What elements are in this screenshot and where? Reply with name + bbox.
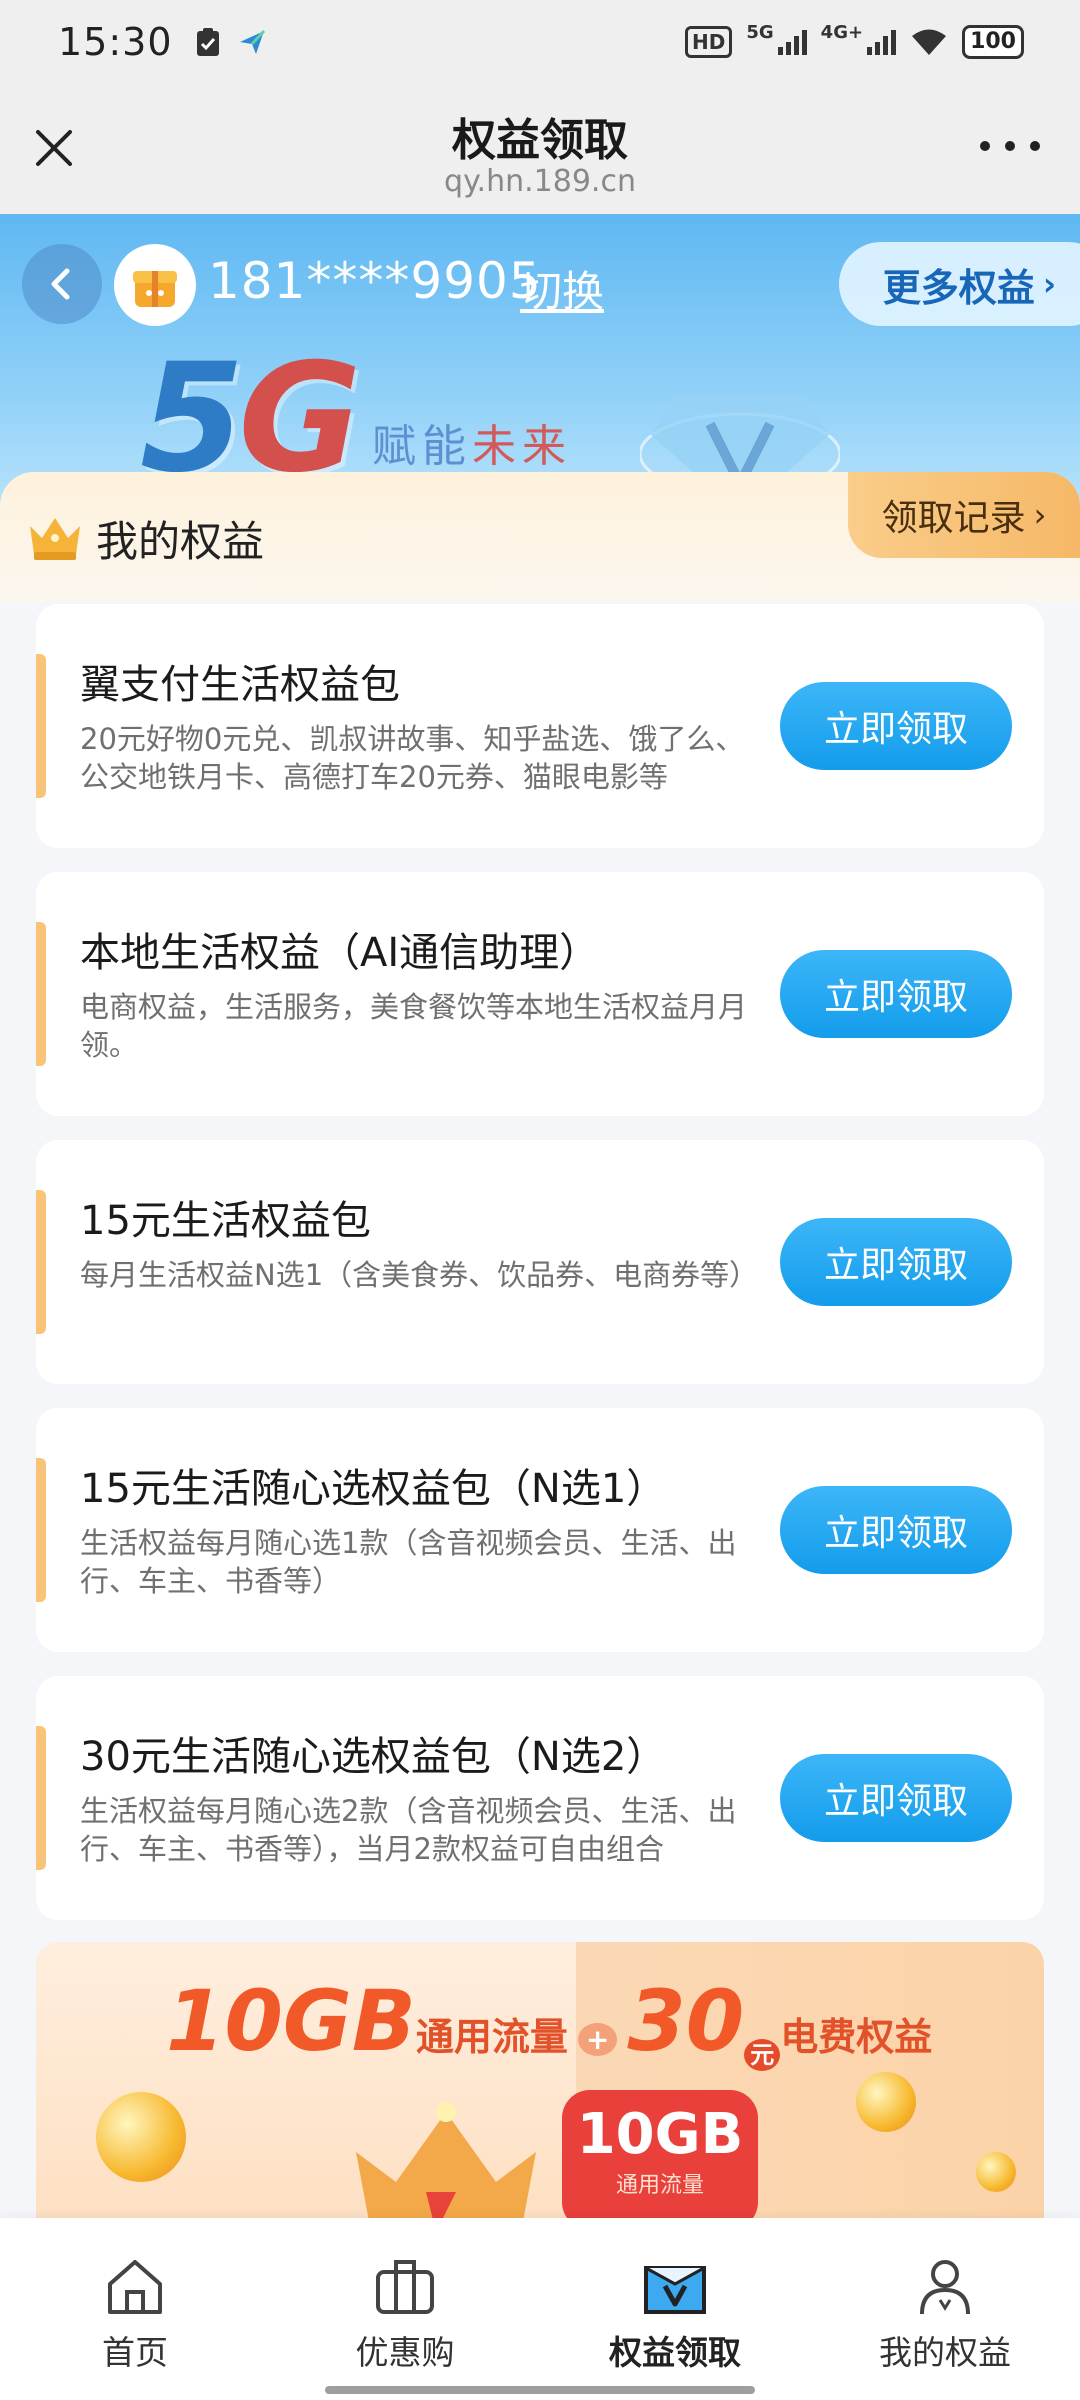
card-accent-bar bbox=[36, 1190, 46, 1334]
nav-rights-claim-label: 权益领取 bbox=[609, 2333, 741, 2372]
my-rights-header: 我的权益 领取记录 › bbox=[0, 472, 1080, 602]
home-indicator[interactable] bbox=[325, 2386, 755, 2394]
chevron-right-icon: › bbox=[1042, 265, 1056, 303]
nav-discount-shop[interactable]: 优惠购 bbox=[270, 2218, 540, 2400]
promo-banner[interactable]: 10GB通用流量 +30 元电费权益 10GB 通用流量 bbox=[36, 1942, 1044, 2222]
lightning-ball-icon bbox=[856, 2072, 916, 2132]
bottom-navigation: 首页 优惠购 权益领取 我的权益 bbox=[0, 2218, 1080, 2400]
promo-badge-label: 通用流量 bbox=[615, 2173, 704, 2198]
shopping-bag-icon bbox=[376, 2260, 434, 2314]
card-accent-bar bbox=[36, 1458, 46, 1602]
nav-my-rights[interactable]: 我的权益 bbox=[810, 2218, 1080, 2400]
back-button[interactable] bbox=[22, 244, 102, 324]
more-options-icon[interactable] bbox=[980, 134, 1040, 158]
hero-banner: 5G 赋能未来 181****9905 切换 更多权益 › bbox=[0, 214, 1080, 504]
status-notification-icons bbox=[195, 27, 267, 57]
claim-now-button[interactable]: 立即领取 bbox=[780, 1486, 1012, 1574]
switch-account-link[interactable]: 切换 bbox=[520, 258, 604, 319]
status-time: 15:30 bbox=[58, 20, 173, 64]
card-accent-bar bbox=[36, 922, 46, 1066]
promo-headline: 10GB通用流量 +30 元电费权益 bbox=[166, 1972, 933, 2071]
home-icon bbox=[108, 2260, 162, 2314]
benefit-description: 生活权益每月随心选2款（含音视频会员、生活、出行、车主、书香等），当月2款权益可… bbox=[80, 1794, 737, 1866]
my-rights-title: 我的权益 bbox=[96, 517, 265, 566]
benefit-card: 15元生活随心选权益包（N选1） 生活权益每月随心选1款（含音视频会员、生活、出… bbox=[36, 1408, 1044, 1652]
promo-data-badge: 10GB 通用流量 bbox=[562, 2090, 758, 2222]
slogan-part-b: 未来 bbox=[472, 421, 572, 472]
benefit-title: 15元生活随心选权益包（N选1） bbox=[80, 1466, 667, 1512]
page-url: qy.hn.189.cn bbox=[444, 164, 636, 199]
benefit-title: 30元生活随心选权益包（N选2） bbox=[80, 1734, 667, 1780]
card-accent-bar bbox=[36, 1726, 46, 1870]
hd-badge: HD bbox=[685, 26, 733, 58]
promo-fee-label: 电费权益 bbox=[780, 2015, 933, 2059]
chevron-right-icon: › bbox=[1033, 496, 1047, 534]
rights-claim-icon bbox=[644, 2266, 706, 2314]
slogan-part-a: 赋能 bbox=[372, 421, 472, 472]
lightning-ball-icon bbox=[96, 2092, 186, 2182]
benefit-description: 每月生活权益N选1（含美食券、饮品券、电商券等） bbox=[80, 1258, 759, 1292]
title-bar: 权益领取 qy.hn.189.cn bbox=[0, 84, 1080, 214]
benefit-title: 本地生活权益（AI通信助理） bbox=[80, 930, 600, 976]
battery-indicator: 100 bbox=[962, 25, 1024, 59]
nav-home-label: 首页 bbox=[102, 2333, 168, 2372]
more-rights-label: 更多权益 bbox=[882, 265, 1035, 310]
claim-now-button[interactable]: 立即领取 bbox=[780, 682, 1012, 770]
promo-data-amount: 10GB bbox=[166, 1972, 416, 2070]
gift-box-icon bbox=[133, 271, 177, 307]
net-4g-label: 4G+ bbox=[820, 21, 864, 43]
crown-icon bbox=[356, 2102, 536, 2222]
benefit-description: 20元好物0元兑、凯叔讲故事、知乎盐选、饿了么、公交地铁月卡、高德打车20元券、… bbox=[80, 722, 745, 794]
promo-fee-amount: 30 bbox=[627, 1972, 745, 2070]
app-notification-icon bbox=[239, 29, 265, 54]
benefit-card: 本地生活权益（AI通信助理） 电商权益，生活服务，美食餐饮等本地生活权益月月领。… bbox=[36, 872, 1044, 1116]
benefit-title: 翼支付生活权益包 bbox=[80, 662, 400, 708]
wifi-icon bbox=[912, 29, 947, 55]
benefit-card: 15元生活权益包 每月生活权益N选1（含美食券、饮品券、电商券等） 立即领取 bbox=[36, 1140, 1044, 1384]
net-5g-label: 5G bbox=[746, 21, 774, 43]
nav-rights-claim[interactable]: 权益领取 bbox=[540, 2218, 810, 2400]
claim-records-label: 领取记录 bbox=[881, 498, 1026, 539]
promo-data-label: 通用流量 bbox=[415, 2015, 568, 2059]
status-right-icons: HD 5G 4G+ 100 bbox=[685, 21, 1024, 59]
claim-now-button[interactable]: 立即领取 bbox=[780, 1754, 1012, 1842]
promo-badge-amount: 10GB bbox=[576, 2102, 744, 2167]
benefit-card: 30元生活随心选权益包（N选2） 生活权益每月随心选2款（含音视频会员、生活、出… bbox=[36, 1676, 1044, 1920]
chevron-left-icon bbox=[51, 268, 70, 300]
phone-number: 181****9905 bbox=[208, 252, 542, 310]
page-title: 权益领取 bbox=[452, 115, 628, 166]
yuan-badge: 元 bbox=[744, 2039, 781, 2071]
benefit-description: 生活权益每月随心选1款（含音视频会员、生活、出行、车主、书香等） bbox=[80, 1526, 737, 1598]
profile-icon bbox=[920, 2260, 970, 2315]
nav-home[interactable]: 首页 bbox=[0, 2218, 270, 2400]
crown-icon bbox=[30, 518, 80, 560]
clipboard-icon bbox=[196, 28, 219, 56]
plus-icon: + bbox=[577, 2023, 618, 2056]
lightning-ball-icon bbox=[976, 2152, 1016, 2192]
more-rights-button[interactable]: 更多权益 › bbox=[838, 242, 1080, 326]
claim-records-button[interactable]: 领取记录 › bbox=[848, 472, 1080, 558]
claim-now-button[interactable]: 立即领取 bbox=[780, 950, 1012, 1038]
status-bar: 15:30 HD 5G 4G+ 100 bbox=[0, 0, 1080, 84]
nav-discount-shop-label: 优惠购 bbox=[355, 2333, 455, 2372]
hero-slogan: 赋能未来 bbox=[372, 410, 572, 474]
card-accent-bar bbox=[36, 654, 46, 798]
benefit-title: 15元生活权益包 bbox=[80, 1198, 371, 1244]
signal-5g-icon bbox=[777, 29, 807, 55]
avatar bbox=[114, 244, 196, 326]
signal-4g-icon bbox=[867, 29, 897, 55]
benefit-description: 电商权益，生活服务，美食餐饮等本地生活权益月月领。 bbox=[80, 990, 748, 1062]
benefit-card: 翼支付生活权益包 20元好物0元兑、凯叔讲故事、知乎盐选、饿了么、公交地铁月卡、… bbox=[36, 604, 1044, 848]
nav-my-rights-label: 我的权益 bbox=[879, 2333, 1011, 2372]
claim-now-button[interactable]: 立即领取 bbox=[780, 1218, 1012, 1306]
